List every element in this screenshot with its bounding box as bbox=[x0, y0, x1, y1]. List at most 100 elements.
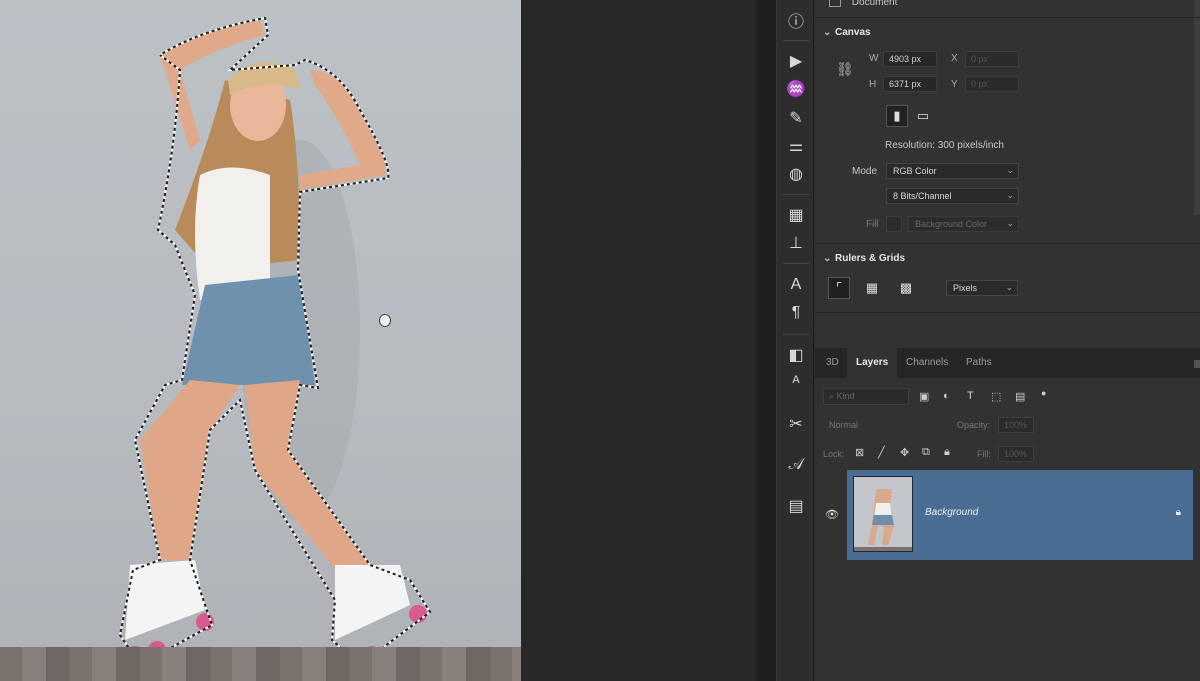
separator bbox=[783, 334, 809, 335]
properties-scrollbar[interactable] bbox=[1194, 0, 1200, 215]
document-row: Document bbox=[829, 0, 897, 8]
eye-icon[interactable]: 👁︎ bbox=[825, 508, 839, 521]
panel-menu-icon[interactable] bbox=[1194, 360, 1200, 368]
chevron-down-icon: ⌄ bbox=[1005, 282, 1013, 292]
color-palette-icon[interactable]: ◍ bbox=[784, 163, 808, 185]
chevron-down-icon: ⌄ bbox=[1006, 190, 1014, 200]
fill-select[interactable]: Background Color ⌄ bbox=[908, 216, 1019, 232]
adjustments-icon[interactable]: ⚌ bbox=[784, 135, 808, 157]
type-tool-icon[interactable]: ᴬ bbox=[784, 372, 808, 394]
chevron-down-icon: ⌄ bbox=[1006, 218, 1014, 228]
layer-row-background[interactable]: Background 🔒︎ bbox=[847, 470, 1193, 560]
tab-layers[interactable]: Layers bbox=[847, 348, 898, 378]
width-label: W bbox=[869, 53, 879, 64]
fill-swatch[interactable] bbox=[886, 216, 902, 232]
fill-label: Fill: bbox=[977, 449, 991, 459]
paragraph-icon[interactable]: ¶ bbox=[784, 302, 808, 324]
portrait-orientation-icon[interactable]: ▮ bbox=[886, 105, 908, 127]
landscape-orientation-icon[interactable]: ▭ bbox=[912, 105, 934, 127]
search-icon: ⌕ bbox=[829, 391, 837, 401]
canvas-title: Canvas bbox=[835, 27, 871, 38]
width-field[interactable]: 4903 px bbox=[883, 51, 937, 67]
filter-adjustment-icon[interactable]: ◐ bbox=[943, 390, 950, 402]
fill-field[interactable]: 100% bbox=[998, 446, 1034, 462]
table-icon[interactable]: ▦ bbox=[784, 204, 808, 226]
bit-depth-select[interactable]: 8 Bits/Channel ⌄ bbox=[886, 188, 1019, 204]
x-field[interactable]: 0 px bbox=[965, 51, 1019, 67]
layers-tabbar: 3D Layers Channels Paths bbox=[815, 348, 1200, 378]
mode-value: RGB Color bbox=[893, 166, 937, 176]
layer-kind-filter[interactable]: ⌕ Kind bbox=[823, 388, 909, 405]
x-label: X bbox=[951, 53, 958, 64]
character-icon[interactable]: A bbox=[784, 274, 808, 296]
lock-all-icon[interactable]: 🔒︎ bbox=[944, 446, 950, 459]
chevron-down-icon: ⌄ bbox=[823, 253, 832, 264]
document-label: Document bbox=[851, 0, 898, 8]
tab-channels[interactable]: Channels bbox=[897, 348, 957, 378]
properties-panel: Document ⌄ Canvas ⛓ W 4903 px X 0 px H 63… bbox=[815, 0, 1200, 348]
brush-settings-icon[interactable]: ♒ bbox=[784, 78, 808, 100]
cut-icon[interactable]: ✂ bbox=[784, 413, 808, 435]
opacity-field[interactable]: 100% bbox=[998, 417, 1034, 433]
grid-icon[interactable]: ▦ bbox=[861, 277, 883, 299]
units-select[interactable]: Pixels ⌄ bbox=[946, 280, 1018, 296]
kind-label: Kind bbox=[836, 391, 855, 401]
lock-label: Lock: bbox=[823, 449, 845, 459]
blend-mode[interactable]: Normal bbox=[829, 420, 858, 430]
link-icon[interactable]: ⛓ bbox=[836, 61, 854, 78]
filter-type-icon[interactable]: T bbox=[967, 390, 974, 402]
photo-subject bbox=[118, 16, 432, 671]
filter-shape-icon[interactable]: ⬚ bbox=[991, 390, 1001, 403]
units-value: Pixels bbox=[953, 283, 978, 293]
panel-toolstrip: ⓘ ▶ ♒ ✎ ⚌ ◍ ▦ ⊥ A ¶ ◧ ᴬ ✂ 𝒜 ▤ bbox=[776, 0, 814, 681]
lock-pixels-icon[interactable]: ╱ bbox=[878, 446, 885, 459]
photoshop-window: ⓘ ▶ ♒ ✎ ⚌ ◍ ▦ ⊥ A ¶ ◧ ᴬ ✂ 𝒜 ▤ Document ⌄… bbox=[0, 0, 1200, 681]
document-icon bbox=[829, 0, 841, 8]
ruler-icon[interactable]: ⌜ bbox=[828, 277, 850, 299]
tab-paths[interactable]: Paths bbox=[957, 348, 1001, 378]
mode-label: Mode bbox=[852, 166, 878, 177]
separator bbox=[783, 194, 809, 195]
rulers-grids-title: Rulers & Grids bbox=[835, 253, 906, 264]
glyphs-icon[interactable]: ◧ bbox=[784, 344, 808, 366]
stamp-icon[interactable]: ⊥ bbox=[784, 232, 808, 254]
tab-3d[interactable]: 3D bbox=[817, 348, 848, 378]
separator bbox=[783, 40, 809, 41]
opacity-label: Opacity: bbox=[957, 420, 991, 430]
document-canvas[interactable] bbox=[0, 0, 521, 681]
pasteboard bbox=[521, 0, 756, 681]
filter-toggle-icon[interactable]: ● bbox=[1041, 388, 1046, 398]
filter-pixel-icon[interactable]: ▣ bbox=[919, 390, 929, 403]
fill-value: Background Color bbox=[915, 219, 988, 229]
brush-icon[interactable]: ✎ bbox=[784, 107, 808, 129]
y-field[interactable]: 0 px bbox=[965, 76, 1019, 92]
thumbnail-image bbox=[854, 489, 912, 551]
canvas-section-header[interactable]: ⌄ Canvas bbox=[823, 27, 871, 38]
bit-depth-value: 8 Bits/Channel bbox=[893, 191, 952, 201]
separator bbox=[783, 263, 809, 264]
lock-transparency-icon[interactable]: ⊠ bbox=[855, 446, 864, 459]
floor bbox=[0, 647, 521, 681]
separator bbox=[815, 17, 1200, 18]
filter-smart-object-icon[interactable]: ▤ bbox=[1015, 390, 1025, 403]
play-icon[interactable]: ▶ bbox=[784, 50, 808, 72]
lock-icon: 🔒︎ bbox=[1175, 507, 1181, 518]
separator bbox=[815, 243, 1200, 244]
grid-icon[interactable]: ▤ bbox=[784, 495, 808, 517]
mouse-cursor bbox=[379, 314, 391, 327]
height-field[interactable]: 6371 px bbox=[883, 76, 937, 92]
mode-select[interactable]: RGB Color ⌄ bbox=[886, 163, 1019, 179]
resolution-text: Resolution: 300 pixels/inch bbox=[885, 140, 1004, 151]
guides-icon[interactable]: ▩ bbox=[895, 277, 917, 299]
lock-artboard-icon[interactable]: ⧉ bbox=[922, 446, 930, 459]
y-label: Y bbox=[951, 79, 958, 90]
lock-position-icon[interactable]: ✥ bbox=[900, 446, 909, 459]
info-icon[interactable]: ⓘ bbox=[784, 9, 808, 31]
glyph-a-icon[interactable]: 𝒜 bbox=[784, 454, 808, 476]
panel-divider bbox=[756, 0, 776, 681]
fill-label: Fill bbox=[866, 219, 879, 230]
layer-name[interactable]: Background bbox=[925, 507, 978, 518]
separator bbox=[815, 312, 1200, 313]
chevron-down-icon: ⌄ bbox=[1006, 165, 1014, 175]
rulers-grids-section-header[interactable]: ⌄ Rulers & Grids bbox=[823, 253, 905, 264]
